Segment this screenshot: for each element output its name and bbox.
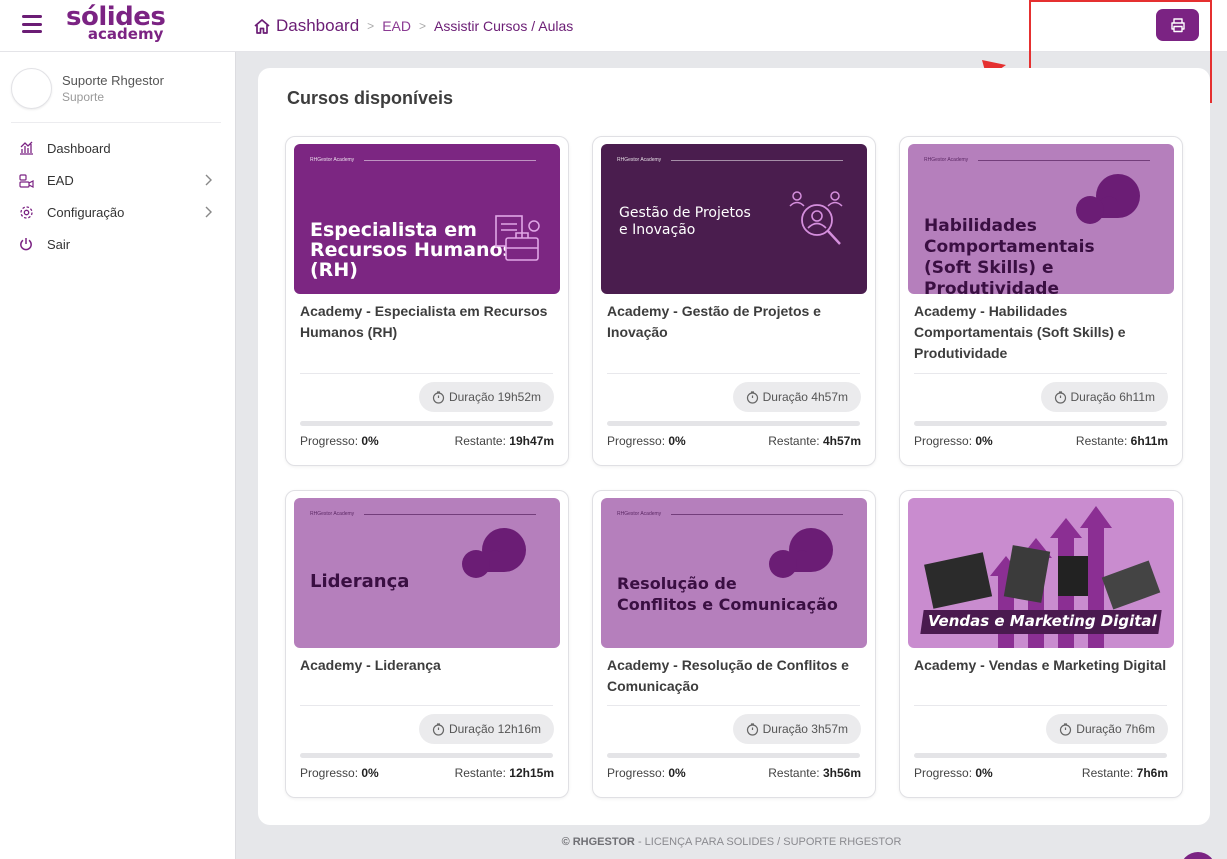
duration-badge: Duração 6h11m	[1040, 382, 1168, 412]
progress-text: Progresso: 0%	[607, 766, 686, 780]
footer: © RHGESTOR - LICENÇA PARA SOLIDES / SUPO…	[236, 836, 1227, 848]
duration-badge: Duração 7h6m	[1046, 714, 1168, 744]
course-thumbnail: RHGestor Academy Habilidades Comportament…	[908, 144, 1174, 294]
team-search-icon	[789, 191, 843, 245]
user-role: Suporte	[62, 90, 105, 104]
course-card[interactable]: RHGestor Academy Especialista em Recursos…	[285, 136, 569, 466]
thumb-brand: RHGestor Academy	[310, 157, 355, 163]
progress-bar	[300, 421, 553, 426]
sidebar-item-dashboard[interactable]: Dashboard	[0, 132, 236, 164]
user-name: Suporte Rhgestor	[62, 73, 164, 88]
chart-icon	[18, 140, 34, 156]
progress-bar	[607, 421, 860, 426]
thumb-title: Especialista em Recursos Humanos (RH)	[310, 219, 514, 281]
progress-bar	[607, 753, 860, 758]
breadcrumb-current: Assistir Cursos / Aulas	[434, 18, 574, 34]
page-title: Cursos disponíveis	[287, 88, 454, 108]
progress-bar	[914, 753, 1167, 758]
remaining-text: Restante: 7h6m	[1081, 766, 1168, 780]
course-card[interactable]: RHGestor Academy Gestão de Projetos e Ino…	[592, 136, 876, 466]
duration-badge: Duração 3h57m	[732, 714, 861, 744]
progress-text: Progresso: 0%	[607, 434, 686, 448]
chevron-right-icon	[205, 174, 212, 186]
course-title[interactable]: Academy - Vendas e Marketing Digital	[914, 655, 1176, 676]
gear-icon	[18, 204, 34, 220]
thumb-title: Liderança	[310, 571, 410, 592]
course-card[interactable]: Vendas e Marketing Digital Academy - Ven…	[899, 490, 1183, 798]
breadcrumb-ead[interactable]: EAD	[382, 18, 411, 34]
thumb-title: Vendas e Marketing Digital	[928, 612, 1157, 630]
course-card[interactable]: RHGestor Academy Habilidades Comportament…	[899, 136, 1183, 466]
course-title[interactable]: Academy - Habilidades Comportamentais (S…	[914, 301, 1176, 364]
home-icon	[254, 18, 270, 34]
timer-icon	[1054, 390, 1066, 404]
duration-badge: Duração 4h57m	[732, 382, 861, 412]
course-title[interactable]: Academy - Especialista em Recursos Human…	[300, 301, 562, 343]
course-thumbnail: Vendas e Marketing Digital	[908, 498, 1174, 648]
logo[interactable]: sólides academy	[66, 4, 166, 42]
footer-brand: © RHGESTOR	[561, 836, 635, 848]
sidebar-item-label: Configuração	[47, 204, 125, 220]
remaining-text: Restante: 12h15m	[454, 766, 554, 780]
timer-icon	[1060, 722, 1072, 736]
power-icon	[18, 236, 34, 252]
briefcase-icon	[495, 215, 540, 261]
duration-badge: Duração 12h16m	[418, 714, 554, 744]
course-thumbnail: RHGestor Academy Gestão de Projetos e Ino…	[601, 144, 867, 294]
course-title[interactable]: Academy - Liderança	[300, 655, 562, 676]
remaining-text: Restante: 3h56m	[768, 766, 861, 780]
courses-panel: Cursos disponíveis RHGestor Academy Espe…	[258, 68, 1210, 825]
sidebar-menu: Dashboard EAD Configuração Sair	[0, 132, 236, 260]
progress-text: Progresso: 0%	[914, 766, 993, 780]
thumb-title: Habilidades Comportamentais (Soft Skills) …	[924, 216, 1095, 294]
speech-bubble-shape	[462, 528, 526, 578]
progress-bar	[300, 753, 553, 758]
timer-icon	[432, 722, 445, 736]
chevron-right-icon: >	[418, 19, 426, 33]
progress-text: Progresso: 0%	[300, 766, 379, 780]
timer-icon	[746, 722, 758, 736]
course-title[interactable]: Academy - Resolução de Conflitos e Comun…	[607, 655, 869, 697]
timer-icon	[746, 390, 758, 404]
chat-button[interactable]	[1180, 852, 1216, 859]
course-thumbnail: RHGestor Academy Especialista em Recursos…	[294, 144, 560, 294]
avatar	[11, 68, 52, 109]
breadcrumb: Dashboard > EAD > Assistir Cursos / Aula…	[253, 16, 573, 36]
sidebar-item-configuracao[interactable]: Configuração	[0, 196, 236, 228]
sidebar-item-sair[interactable]: Sair	[0, 228, 236, 260]
user-profile[interactable]: Suporte Rhgestor Suporte	[11, 68, 164, 109]
sidebar-item-label: EAD	[47, 172, 74, 188]
timer-icon	[432, 390, 445, 404]
ead-icon	[18, 172, 34, 188]
course-thumbnail: RHGestor Academy Resolução de Conflitos e…	[601, 498, 867, 648]
course-thumbnail: RHGestor Academy Liderança	[294, 498, 560, 648]
remaining-text: Restante: 4h57m	[768, 434, 861, 448]
footer-text: - LICENÇA PARA SOLIDES / SUPORTE RHGESTO…	[634, 836, 902, 848]
menu-icon[interactable]	[22, 15, 42, 33]
remaining-text: Restante: 19h47m	[454, 434, 554, 448]
course-title[interactable]: Academy - Gestão de Projetos e Inovação	[607, 301, 869, 343]
progress-bar	[914, 421, 1167, 426]
chevron-right-icon: >	[367, 19, 375, 33]
divider	[11, 122, 221, 123]
breadcrumb-home[interactable]: Dashboard	[253, 16, 359, 36]
duration-badge: Duração 19h52m	[418, 382, 554, 412]
progress-text: Progresso: 0%	[914, 434, 993, 448]
thumb-title: Resolução de Conflitos e Comunicação	[617, 574, 838, 614]
chevron-right-icon	[205, 206, 212, 218]
sidebar: Suporte Rhgestor Suporte Dashboard EAD C…	[0, 52, 236, 859]
breadcrumb-home-label: Dashboard	[276, 16, 360, 35]
course-card[interactable]: RHGestor Academy Liderança Academy - Lid…	[285, 490, 569, 798]
course-card[interactable]: RHGestor Academy Resolução de Conflitos e…	[592, 490, 876, 798]
sidebar-item-ead[interactable]: EAD	[0, 164, 236, 196]
sidebar-item-label: Dashboard	[47, 140, 111, 156]
thumb-title: Gestão de Projetos e Inovação	[619, 205, 751, 238]
progress-text: Progresso: 0%	[300, 434, 379, 448]
sidebar-item-label: Sair	[47, 236, 71, 252]
remaining-text: Restante: 6h11m	[1075, 434, 1168, 448]
